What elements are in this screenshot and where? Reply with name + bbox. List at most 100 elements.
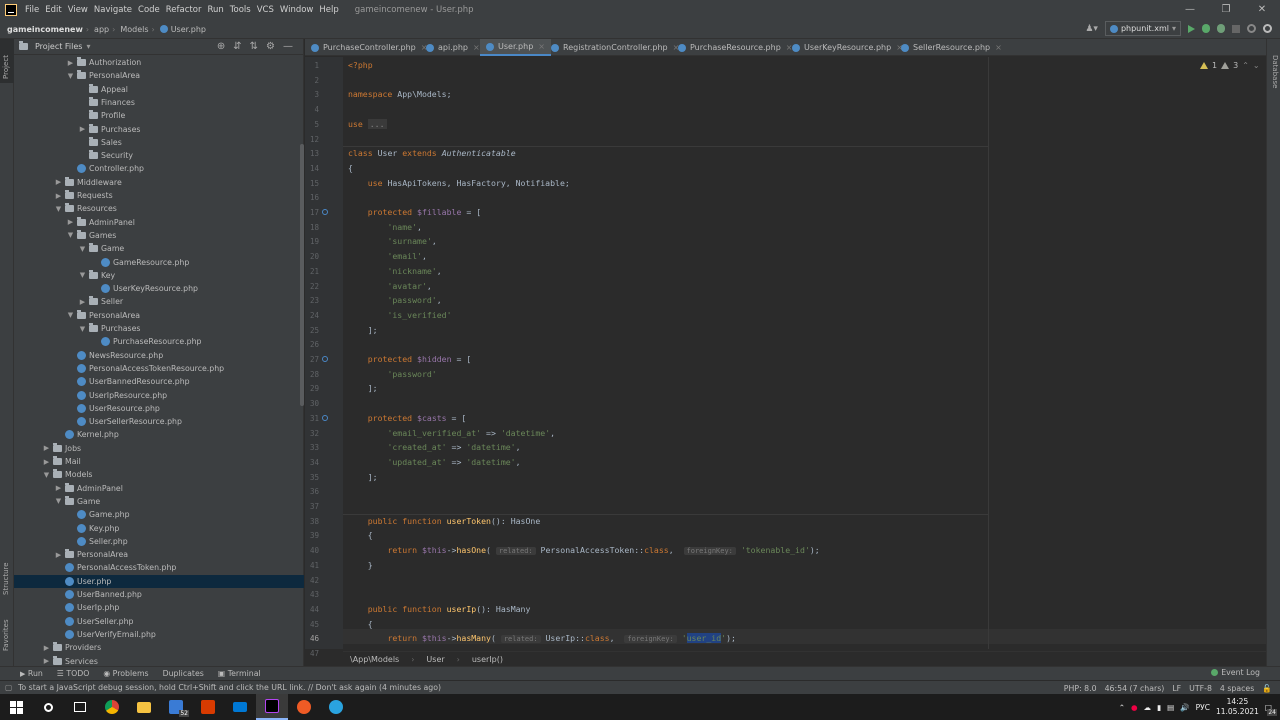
indent-setting[interactable]: 4 spaces [1220, 684, 1254, 693]
lock-icon[interactable]: 🔓 [1262, 684, 1272, 693]
line-number[interactable]: 44 [305, 605, 319, 614]
line-number[interactable]: 31 [305, 414, 319, 423]
breadcrumb-models[interactable]: Models [120, 25, 148, 34]
favorites-tool-button[interactable]: Favorites [2, 619, 10, 651]
chevron-right-icon[interactable]: ▶ [66, 218, 75, 226]
hide-icon[interactable]: — [283, 41, 293, 52]
tree-folder[interactable]: ▶ Jobs [14, 442, 304, 455]
postman-icon[interactable] [288, 694, 320, 720]
tree-file[interactable]: Kernel.php [14, 428, 304, 441]
line-number[interactable]: 29 [305, 384, 319, 393]
tab-registrationcontroller[interactable]: RegistrationController.php × [545, 39, 685, 56]
tree-folder[interactable]: ▶ Middleware [14, 176, 304, 189]
tree-file[interactable]: Controller.php [14, 162, 304, 175]
code-line[interactable]: 'created_at' => 'datetime', [348, 440, 520, 455]
tree-folder[interactable]: ▶ Purchases [14, 123, 304, 136]
chevron-down-icon[interactable]: ▼ [66, 231, 75, 239]
tab-api[interactable]: api.php × [420, 39, 486, 56]
menu-window[interactable]: Window [280, 5, 314, 15]
chevron-down-icon[interactable]: ▼ [66, 72, 75, 80]
tree-folder[interactable]: Sales [14, 136, 304, 149]
editor-crumb-method[interactable]: userIp() [472, 655, 503, 664]
chevron-right-icon[interactable]: ▶ [42, 657, 51, 665]
line-number[interactable]: 18 [305, 223, 319, 232]
line-number[interactable]: 5 [305, 120, 319, 129]
tray-cloud-icon[interactable]: ☁ [1144, 703, 1152, 712]
breadcrumb-project[interactable]: gameincomenew [7, 25, 83, 34]
code-line[interactable]: 'email', [348, 249, 426, 264]
telegram-icon[interactable] [320, 694, 352, 720]
line-number[interactable]: 22 [305, 282, 319, 291]
file-encoding[interactable]: UTF-8 [1189, 684, 1212, 693]
code-line[interactable]: public function userToken(): HasOne [348, 514, 541, 529]
code-line[interactable]: ]; [348, 470, 378, 485]
line-number[interactable]: 43 [305, 590, 319, 599]
tree-file[interactable]: UserBanned.php [14, 588, 304, 601]
mail-icon[interactable] [224, 694, 256, 720]
line-number[interactable]: 40 [305, 546, 319, 555]
collapse-all-icon[interactable]: ⇅ [250, 41, 258, 52]
line-number[interactable]: 16 [305, 193, 319, 202]
user-icon[interactable]: ♟▾ [1085, 24, 1098, 34]
minimize-button[interactable]: — [1172, 0, 1208, 20]
override-marker-icon[interactable] [322, 414, 328, 421]
tab-userkeyresource[interactable]: UserKeyResource.php × [786, 39, 909, 56]
code-line[interactable]: 'avatar', [348, 279, 431, 294]
close-button[interactable]: ✕ [1244, 0, 1280, 20]
chevron-right-icon[interactable]: ▶ [42, 458, 51, 466]
chevron-right-icon[interactable]: ▶ [54, 178, 63, 186]
keyboard-language[interactable]: РУС [1196, 703, 1210, 712]
tree-folder[interactable]: ▼ PersonalArea [14, 309, 304, 322]
tree-folder[interactable]: ▼ Purchases [14, 322, 304, 335]
code-line[interactable]: <?php [348, 58, 373, 73]
line-number[interactable]: 28 [305, 370, 319, 379]
code-line[interactable]: 'name', [348, 220, 422, 235]
tree-folder[interactable]: ▶ Providers [14, 641, 304, 654]
code-line[interactable]: protected $fillable = [ [348, 205, 481, 220]
network-icon[interactable]: ▤ [1167, 703, 1174, 712]
line-number[interactable]: 15 [305, 179, 319, 188]
tray-app-icon[interactable]: ● [1131, 703, 1138, 712]
line-number[interactable]: 24 [305, 311, 319, 320]
tree-folder[interactable]: ▼ Key [14, 269, 304, 282]
line-number[interactable]: 21 [305, 267, 319, 276]
project-view-select[interactable]: Project Files [35, 42, 82, 51]
chevron-right-icon[interactable]: ▶ [66, 59, 75, 67]
code-line[interactable]: 'nickname', [348, 264, 441, 279]
code-line[interactable]: } [348, 558, 373, 573]
code-line[interactable]: 'is_verified' [348, 308, 451, 323]
line-number[interactable]: 1 [305, 61, 319, 70]
code-line[interactable]: return $this->hasOne( related: PersonalA… [348, 543, 820, 558]
volume-icon[interactable]: 🔊 [1180, 703, 1189, 712]
line-number[interactable]: 27 [305, 355, 319, 364]
chevron-right-icon[interactable]: ▶ [78, 125, 87, 133]
tab-sellerresource[interactable]: SellerResource.php × [895, 39, 1008, 56]
tree-file[interactable]: PurchaseResource.php [14, 335, 304, 348]
tree-file[interactable]: UserSellerResource.php [14, 415, 304, 428]
tree-folder[interactable]: ▼ Resources [14, 202, 304, 215]
code-line[interactable]: return $this->hasMany( related: UserIp::… [348, 631, 736, 646]
menu-tools[interactable]: Tools [230, 5, 251, 15]
tree-file[interactable]: UserKeyResource.php [14, 282, 304, 295]
menu-run[interactable]: Run [207, 5, 223, 15]
line-number[interactable]: 20 [305, 252, 319, 261]
breadcrumb-app[interactable]: app [94, 25, 109, 34]
code-line[interactable]: 'password' [348, 367, 436, 382]
close-tab-icon[interactable]: × [538, 42, 545, 51]
line-number[interactable]: 42 [305, 576, 319, 585]
chevron-right-icon[interactable]: ▶ [54, 551, 63, 559]
line-number[interactable]: 45 [305, 620, 319, 629]
tree-file[interactable]: UserBannedResource.php [14, 375, 304, 388]
line-number[interactable]: 33 [305, 443, 319, 452]
code-line[interactable]: 'surname', [348, 234, 436, 249]
tree-folder[interactable]: ▶ PersonalArea [14, 548, 304, 561]
caret-position[interactable]: 46:54 (7 chars) [1105, 684, 1165, 693]
line-number[interactable]: 38 [305, 517, 319, 526]
notifications-icon[interactable]: □ 24 [1265, 703, 1277, 716]
code-line[interactable]: public function userIp(): HasMany [348, 602, 531, 617]
line-number[interactable]: 3 [305, 90, 319, 99]
menu-help[interactable]: Help [319, 5, 338, 15]
code-line[interactable]: protected $casts = [ [348, 411, 467, 426]
code-line[interactable]: namespace App\Models; [348, 87, 452, 102]
override-marker-icon[interactable] [322, 356, 328, 362]
